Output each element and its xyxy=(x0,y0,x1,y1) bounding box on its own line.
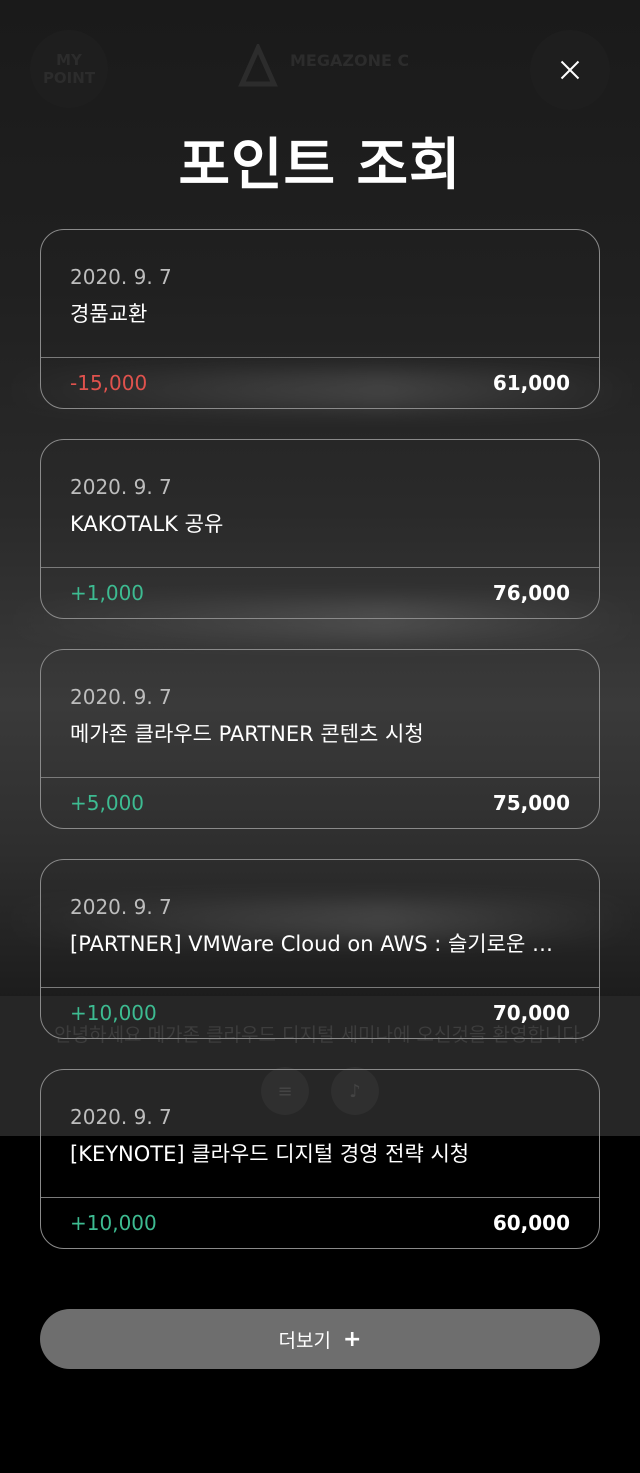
history-date: 2020. 9. 7 xyxy=(70,895,172,919)
point-history-card: 2020. 9. 7 메가존 클라우드 PARTNER 콘텐츠 시청 +5,00… xyxy=(40,649,600,829)
history-description: 경품교환 xyxy=(70,302,148,326)
point-change: -15,000 xyxy=(70,371,148,395)
point-change: +1,000 xyxy=(70,581,145,605)
point-history-card: 2020. 9. 7 KAKOTALK 공유 +1,000 76,000 xyxy=(40,439,600,619)
load-more-label: 더보기 xyxy=(278,1329,331,1352)
point-balance: 75,000 xyxy=(492,791,570,815)
history-date: 2020. 9. 7 xyxy=(70,1105,172,1129)
point-balance: 60,000 xyxy=(492,1211,570,1235)
history-description: 메가존 클라우드 PARTNER 콘텐츠 시청 xyxy=(70,722,424,746)
my-point-badge: MY POINT xyxy=(30,30,108,108)
point-history-card: 2020. 9. 7 [KEYNOTE] 클라우드 디지털 경영 전략 시청 +… xyxy=(40,1069,600,1249)
history-description: [PARTNER] VMWare Cloud on AWS : 슬기로운 하이브… xyxy=(70,932,570,956)
history-date: 2020. 9. 7 xyxy=(70,475,172,499)
point-change: +5,000 xyxy=(70,791,145,815)
history-date: 2020. 9. 7 xyxy=(70,265,172,289)
page-title: 포인트 조회 xyxy=(178,133,462,198)
point-balance: 76,000 xyxy=(492,581,570,605)
point-history-card: 2020. 9. 7 [PARTNER] VMWare Cloud on AWS… xyxy=(40,859,600,1039)
point-balance: 70,000 xyxy=(492,1001,570,1025)
point-change: +10,000 xyxy=(70,1001,157,1025)
history-description: [KEYNOTE] 클라우드 디지털 경영 전략 시청 xyxy=(70,1142,470,1166)
point-change: +10,000 xyxy=(70,1211,157,1235)
point-history-card: 2020. 9. 7 경품교환 -15,000 61,000 xyxy=(40,229,600,409)
close-button[interactable] xyxy=(550,50,590,90)
point-balance: 61,000 xyxy=(492,371,570,395)
load-more-button[interactable]: 더보기 + xyxy=(40,1309,600,1369)
history-description: KAKOTALK 공유 xyxy=(70,512,224,536)
my-point-label: MY POINT xyxy=(42,51,96,87)
logo-text: MEGAZONE CLOUD xyxy=(290,51,408,70)
history-date: 2020. 9. 7 xyxy=(70,685,172,709)
megazone-logo-icon: MEGAZONE CLOUD xyxy=(238,44,408,87)
plus-icon: + xyxy=(343,1326,362,1352)
